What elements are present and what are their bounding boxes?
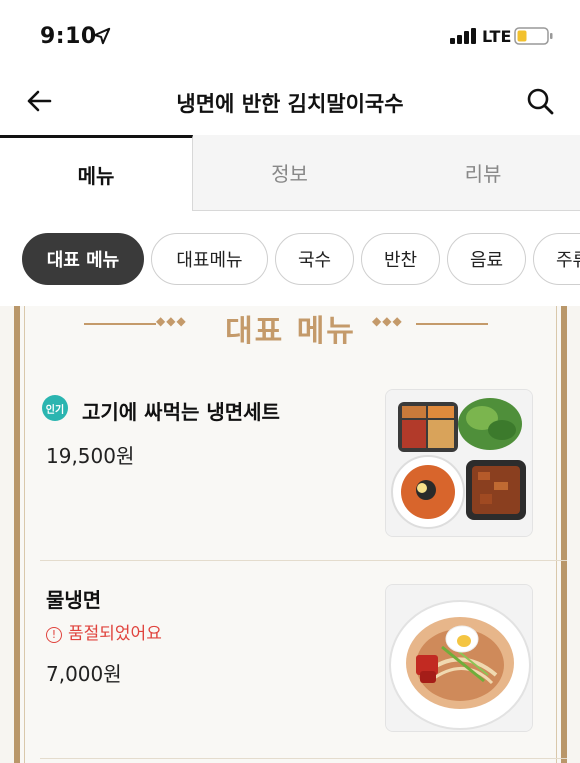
location-arrow-icon [93,27,111,45]
popular-badge: 인기 [42,395,68,421]
status-time: 9:10 [40,24,97,49]
menu-item-divider [40,560,567,561]
chip-signature-menu-2[interactable]: 대표메뉴 [151,233,268,285]
section-title: 대표 메뉴 [225,314,356,349]
menu-board: ◆◆◆ 대표 메뉴 ◆◆◆ 인기 고기에 싸먹는 냉면세트 19,500원 물냉… [14,306,567,763]
tab-review[interactable]: 리뷰 [386,135,580,210]
decorative-line-right [416,323,488,325]
menu-item-divider [40,758,567,759]
soldout-status: ! 품절되었어요 [46,619,162,644]
status-bar: 9:10 LTE [0,0,580,70]
signal-bars-icon [450,28,476,44]
menu-item-name: 고기에 싸먹는 냉면세트 [82,400,280,424]
alert-circle-icon: ! [46,627,62,643]
network-type: LTE [482,27,512,46]
chip-signature-menu[interactable]: 대표 메뉴 [22,233,144,285]
chip-side-dishes[interactable]: 반찬 [361,233,440,285]
app-header: 냉면에 반한 김치말이국수 [0,72,580,134]
mul-naengmyeon-photo-icon [386,585,532,731]
menu-item-name: 물냉면 [46,588,102,612]
chip-noodles[interactable]: 국수 [275,233,354,285]
menu-item-photo [385,584,533,732]
search-icon[interactable] [525,86,555,116]
battery-icon [514,27,553,45]
menu-content: ◆◆◆ 대표 메뉴 ◆◆◆ 인기 고기에 싸먹는 냉면세트 19,500원 물냉… [0,306,580,763]
soldout-text: 품절되었어요 [68,624,162,644]
decorative-diamonds-right: ◆◆◆ [372,314,403,328]
chip-alcohol[interactable]: 주류 [533,233,580,285]
page-title: 냉면에 반한 김치말이국수 [176,92,404,116]
board-inner-border [24,306,25,763]
menu-item-price: 7,000원 [46,662,122,686]
menu-item-photo [385,389,533,537]
category-chip-row: 대표 메뉴 대표메뉴 국수 반찬 음료 주류 [0,212,580,306]
tab-bar: 메뉴 정보 리뷰 [0,135,580,211]
tab-menu[interactable]: 메뉴 [0,135,193,211]
chip-drinks[interactable]: 음료 [447,233,526,285]
section-header: ◆◆◆ 대표 메뉴 ◆◆◆ [20,306,561,349]
tab-info[interactable]: 정보 [193,135,386,210]
naengmyeon-set-photo-icon [386,390,532,536]
menu-item-price: 19,500원 [46,444,135,468]
